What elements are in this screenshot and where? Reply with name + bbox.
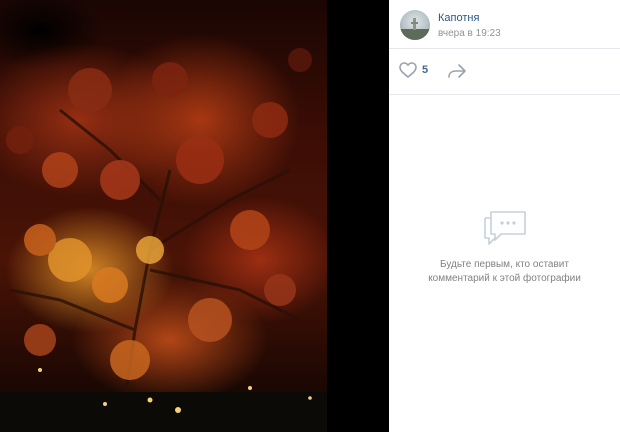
post-time[interactable]: вчера в 19:23 xyxy=(438,28,501,39)
avatar[interactable] xyxy=(400,10,430,40)
post-header: Капотня вчера в 19:23 xyxy=(389,0,620,49)
like-button[interactable]: 5 xyxy=(399,62,428,78)
photo-viewer[interactable] xyxy=(0,0,389,432)
share-icon xyxy=(448,64,466,78)
comments-empty-line1: Будьте первым, кто оставит xyxy=(440,259,569,270)
photo-autumn-tree[interactable] xyxy=(0,0,327,432)
avatar-image xyxy=(400,18,430,40)
comments-empty-text: Будьте первым, кто оставит комментарий к… xyxy=(389,258,620,286)
comments-empty-line2: комментарий к этой фотографии xyxy=(428,273,581,284)
share-button[interactable] xyxy=(447,63,467,84)
author-link[interactable]: Капотня xyxy=(438,12,479,24)
comments-empty-state: Будьте первым, кто оставит комментарий к… xyxy=(389,204,620,286)
heart-icon xyxy=(399,62,417,78)
comments-icon xyxy=(483,211,526,245)
like-count: 5 xyxy=(422,64,429,76)
post-actions: 5 xyxy=(389,49,620,95)
photo-foliage xyxy=(0,48,327,432)
side-panel: Капотня вчера в 19:23 5 Будьте первым, к… xyxy=(389,0,620,432)
